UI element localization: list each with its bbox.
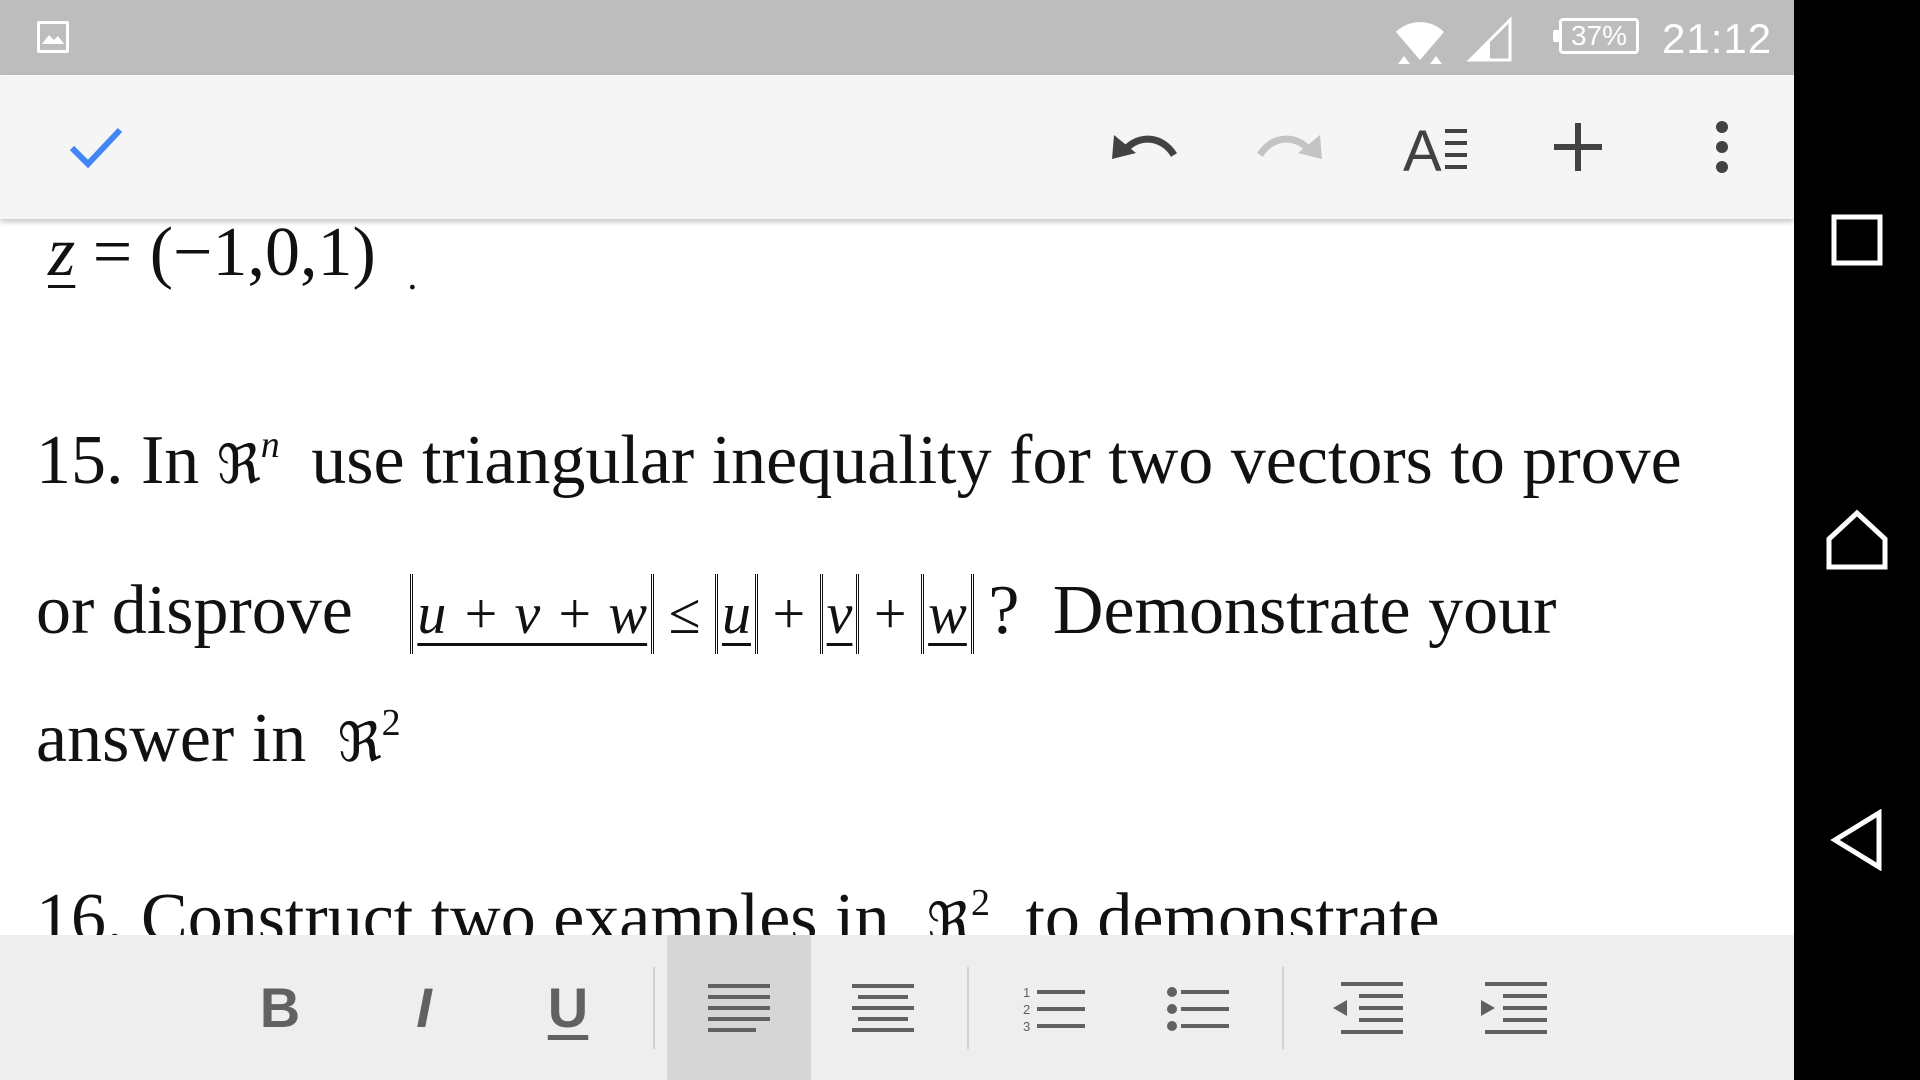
norm-sum-text: u + v + w	[417, 581, 648, 646]
q15-space-exponent: n	[260, 424, 280, 466]
z-value: = (−1,0,1)	[75, 219, 376, 291]
editor-toolbar: A	[0, 75, 1794, 219]
q15-text-4: answer in	[36, 700, 307, 777]
q16-line-1: 16. Construct two examples in ℜ2 to demo…	[36, 879, 1440, 935]
italic-button[interactable]: I	[376, 935, 472, 1080]
bulleted-list-icon	[1167, 986, 1229, 1031]
home-icon[interactable]	[1794, 480, 1920, 600]
redo-icon[interactable]	[1242, 75, 1338, 219]
align-left-button[interactable]	[667, 935, 811, 1080]
z-vector-line: z = (−1,0,1) .	[48, 219, 417, 302]
align-center-icon	[852, 983, 914, 1032]
q15-text-2: or disprove	[36, 572, 353, 649]
norm-v: v	[819, 574, 860, 654]
system-nav-bar	[1794, 0, 1920, 1080]
format-divider	[967, 967, 969, 1049]
underline-button[interactable]: U	[520, 935, 616, 1080]
q15-line-3: answer in ℜ2	[36, 699, 401, 789]
q16-space-symbol: ℜ	[927, 891, 971, 935]
q16-space-exponent: 2	[970, 882, 990, 924]
more-vert-icon[interactable]	[1674, 75, 1770, 219]
format-divider	[653, 967, 655, 1049]
leq-symbol: ≤	[668, 581, 701, 646]
done-check-icon[interactable]	[48, 75, 144, 219]
undo-icon[interactable]	[1096, 75, 1192, 219]
italic-label: I	[416, 976, 432, 1039]
q15-question-mark: ?	[988, 572, 1020, 649]
norm-w: w	[921, 574, 974, 654]
gallery-icon	[37, 21, 69, 53]
q15-space2-exponent: 2	[381, 702, 401, 744]
battery-icon: 37%	[1553, 18, 1639, 54]
svg-text:A: A	[1403, 119, 1442, 175]
q15-number: 15. In	[36, 422, 200, 499]
q15-text-1: use triangular inequality for two vector…	[311, 422, 1682, 499]
text-format-icon[interactable]: A	[1388, 75, 1484, 219]
norm-w-text: w	[928, 581, 967, 646]
document-body[interactable]: z = (−1,0,1) . 15. In ℜn use triangular …	[0, 219, 1794, 935]
q16-text-1: 16. Construct two examples in	[36, 880, 890, 935]
increase-indent-button[interactable]	[1464, 935, 1560, 1080]
plus-2: +	[873, 581, 907, 646]
recents-square-icon[interactable]	[1794, 180, 1920, 300]
bulleted-list-button[interactable]	[1150, 935, 1246, 1080]
q15-space2-symbol: ℜ	[337, 711, 382, 774]
format-divider	[1282, 967, 1284, 1049]
norm-u-text: u	[721, 581, 751, 646]
q15-line-1: 15. In ℜn use triangular inequality for …	[36, 421, 1682, 511]
q15-line-2: or disprove u + v + w ≤ u + v + w ? Demo…	[36, 571, 1556, 654]
underline-label: U	[547, 976, 589, 1039]
wifi-icon	[1392, 16, 1448, 69]
decrease-indent-button[interactable]	[1320, 935, 1416, 1080]
z-symbol: z	[48, 219, 76, 291]
align-left-icon	[708, 983, 770, 1032]
norm-v-text: v	[826, 581, 853, 646]
norm-sum: u + v + w	[410, 574, 655, 654]
back-icon[interactable]	[1794, 780, 1920, 900]
q16-text-2: to demonstrate	[1025, 880, 1440, 935]
status-bar: 37% 21:12	[0, 0, 1794, 75]
bold-label: B	[259, 976, 301, 1039]
svg-text:2: 2	[1023, 1002, 1030, 1017]
norm-u: u	[714, 574, 758, 654]
z-trailing-dot: .	[407, 253, 418, 298]
plus-1: +	[772, 581, 806, 646]
clock: 21:12	[1662, 15, 1773, 62]
q15-space-symbol: ℜ	[216, 433, 261, 496]
insert-plus-icon[interactable]	[1530, 75, 1626, 219]
cell-signal-icon	[1466, 16, 1512, 67]
formatting-bar: B I U 1 2 3	[0, 935, 1794, 1080]
numbered-list-button[interactable]: 1 2 3	[1006, 935, 1102, 1080]
numbered-list-icon: 1 2 3	[1023, 985, 1085, 1032]
bold-button[interactable]: B	[232, 935, 328, 1080]
inequality-expression: u + v + w ≤ u + v + w	[410, 574, 988, 654]
q15-text-3: Demonstrate your	[1052, 572, 1557, 649]
svg-text:3: 3	[1023, 1019, 1030, 1032]
svg-text:1: 1	[1023, 985, 1030, 1000]
increase-indent-icon	[1481, 981, 1547, 1034]
decrease-indent-icon	[1333, 981, 1403, 1034]
align-center-button[interactable]	[835, 935, 931, 1080]
